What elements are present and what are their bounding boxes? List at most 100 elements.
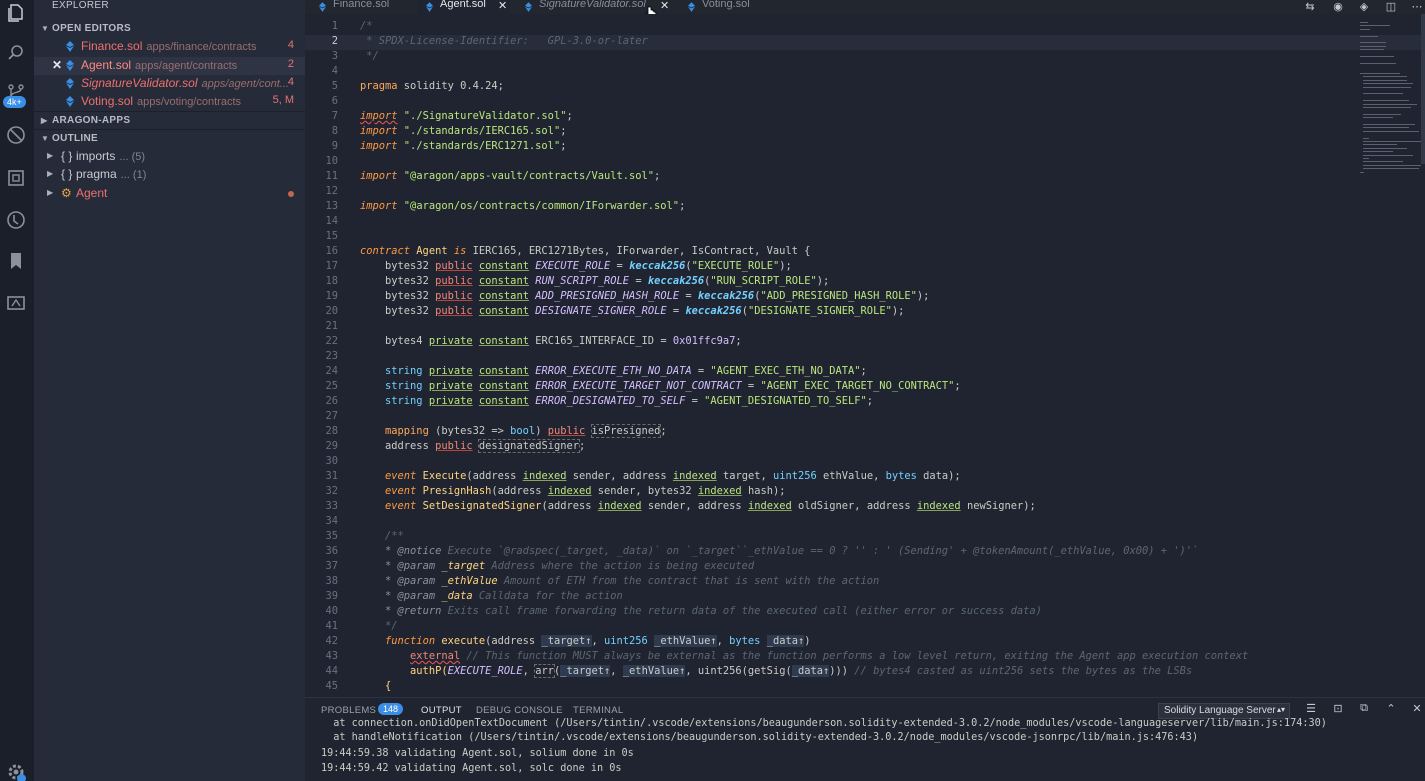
tab-agent[interactable]: Agent.sol ✕ xyxy=(418,0,510,14)
minimap-line xyxy=(1363,141,1421,142)
tab-label: Voting.sol xyxy=(702,0,750,10)
explorer-icon[interactable] xyxy=(5,2,27,24)
minimap-line xyxy=(1363,127,1409,129)
solidity-file-icon xyxy=(319,2,326,12)
code-line: 37 * @param _target Address where the ac… xyxy=(325,560,755,572)
minimap-line xyxy=(1360,42,1386,44)
open-editor-item[interactable]: Voting.sol apps/voting/contracts 5, M xyxy=(34,93,305,111)
code-line: 6 xyxy=(331,95,338,107)
code-line: 32 event PresignHash(address indexed sen… xyxy=(325,485,786,497)
minimap-line xyxy=(1360,22,1368,23)
bookmark-icon[interactable] xyxy=(5,250,27,272)
search-icon[interactable] xyxy=(5,42,27,64)
solidity-file-icon xyxy=(525,2,532,12)
close-icon[interactable]: ✕ xyxy=(52,58,62,72)
code-line: 15 xyxy=(325,230,338,242)
debug-icon[interactable] xyxy=(5,124,27,146)
tab-voting[interactable]: Voting.sol xyxy=(688,0,778,14)
solidity-file-icon xyxy=(66,96,74,107)
outline-item[interactable]: ▶ ⚙ Agent xyxy=(34,185,305,203)
chevron-right-icon: ▶ xyxy=(47,151,54,160)
close-panel-icon[interactable]: ✕ xyxy=(1410,702,1424,716)
output-channel-value: Solidity Language Server xyxy=(1164,705,1276,716)
minimap-line xyxy=(1363,113,1401,115)
code-line: 11 import "@aragon/apps-vault/contracts/V… xyxy=(325,170,661,182)
code-line: 4 xyxy=(331,65,338,77)
output-channel-select[interactable]: Solidity Language Server ▴▾ xyxy=(1158,703,1290,719)
explorer-sidebar: EXPLORER ▼ OPEN EDITORS Finance.sol apps/… xyxy=(34,0,305,781)
tab-label: Agent.sol xyxy=(440,0,486,10)
minimap-line xyxy=(1360,73,1400,74)
maximize-panel-icon[interactable]: ⌃ xyxy=(1384,702,1398,716)
minimap-line xyxy=(1360,35,1378,37)
open-editors-label: OPEN EDITORS xyxy=(52,23,131,34)
remote-explorer-icon[interactable] xyxy=(5,292,27,314)
code-line: 35 /** xyxy=(325,530,404,542)
outline-section[interactable]: ▼ OUTLINE xyxy=(34,129,305,147)
minimap-line xyxy=(1360,49,1384,51)
preview-icon[interactable]: ◉ xyxy=(1331,0,1345,13)
open-editor-item-active[interactable]: ✕ Agent.sol apps/agent/contracts 2 xyxy=(34,57,305,75)
code-line: 40 * @return Exits call frame forwarding… xyxy=(325,605,1042,617)
namespace-icon: { } xyxy=(61,149,73,163)
tab-terminal[interactable]: TERMINAL xyxy=(573,705,623,716)
minimap-line xyxy=(1363,103,1417,105)
compare-icon[interactable]: ⇆ xyxy=(1303,0,1317,13)
outline-label: OUTLINE xyxy=(52,133,98,144)
minimap-line xyxy=(1363,93,1403,95)
minimap-line xyxy=(1360,62,1396,64)
code-line: 29 address public designatedSigner; xyxy=(325,439,586,453)
settings-update-dot xyxy=(17,774,26,781)
open-editor-item[interactable]: SignatureValidator.sol apps/agent/cont...… xyxy=(34,75,305,93)
clear-output-icon[interactable]: ☰ xyxy=(1304,702,1318,716)
solidity-file-icon xyxy=(66,60,74,71)
split-editor-icon[interactable]: ◫ xyxy=(1384,0,1398,13)
close-icon[interactable]: ✕ xyxy=(660,0,669,12)
open-editor-item[interactable]: Finance.sol apps/finance/contracts 4 xyxy=(34,38,305,56)
minimap-line xyxy=(1360,171,1364,173)
code-line: 20 bytes32 public constant DESIGNATE_SIG… xyxy=(325,305,905,317)
code-line: 9 import "./standards/ERC1271.sol"; xyxy=(331,140,567,152)
open-log-icon[interactable]: ⧉ xyxy=(1357,702,1371,716)
output-line: 19:44:59.42 validating Agent.sol, solc d… xyxy=(321,763,622,774)
close-icon[interactable]: ✕ xyxy=(498,0,507,12)
outline-label: Agent xyxy=(76,186,108,200)
outline-item[interactable]: ▶ { } imports... (5) xyxy=(34,148,305,166)
minimap-line xyxy=(1360,56,1394,57)
minimap[interactable] xyxy=(1360,22,1421,182)
more-actions-icon[interactable]: ⋯ xyxy=(1410,0,1424,13)
chevron-down-icon: ▼ xyxy=(41,24,49,33)
git-history-icon[interactable] xyxy=(5,209,27,231)
code-line: 36 * @notice Execute `@radspec(_target, … xyxy=(325,545,1199,557)
git-icon[interactable]: ◈ xyxy=(1357,0,1371,13)
code-line: 21 xyxy=(325,320,338,332)
chevron-updown-icon: ▴▾ xyxy=(1276,705,1285,714)
code-line: 43 external // This function MUST always… xyxy=(325,650,1249,662)
outline-item[interactable]: ▶ { } pragma... (1) xyxy=(34,166,305,184)
tab-debug-console[interactable]: DEBUG CONSOLE xyxy=(476,705,563,716)
activity-bar: 4k+ xyxy=(0,0,34,781)
open-editor-name: Finance.sol apps/finance/contracts xyxy=(81,39,257,53)
code-line: 45 { xyxy=(325,680,392,692)
editor-scrollbar[interactable] xyxy=(1421,14,1425,164)
code-line: 18 bytes32 public constant RUN_SCRIPT_RO… xyxy=(325,275,830,287)
code-editor[interactable]: 1/* 2 * SPDX-License-Identifier: GPL-3.0… xyxy=(305,14,1425,697)
code-line: 42 function execute(address _target↑, ui… xyxy=(325,635,811,647)
minimap-line xyxy=(1360,45,1386,47)
chevron-down-icon: ▼ xyxy=(41,134,49,143)
minimap-line xyxy=(1363,76,1407,78)
problem-count: 5, M xyxy=(272,94,294,106)
problem-count: 2 xyxy=(287,58,294,70)
code-line: 5 pragma solidity 0.4.24; xyxy=(331,80,504,92)
tab-finance[interactable]: Finance.sol xyxy=(319,0,417,14)
open-editors-section[interactable]: ▼ OPEN EDITORS xyxy=(34,20,305,38)
aragon-apps-section[interactable]: ▶ ARAGON-APPS xyxy=(34,111,305,129)
tab-problems[interactable]: PROBLEMS xyxy=(321,705,376,716)
tab-output[interactable]: OUTPUT xyxy=(421,705,462,716)
lock-scroll-icon[interactable]: ⊡ xyxy=(1331,702,1345,716)
extensions-icon[interactable] xyxy=(5,167,27,189)
minimap-line xyxy=(1363,86,1411,88)
chevron-right-icon: ▶ xyxy=(47,188,54,197)
aragon-apps-label: ARAGON-APPS xyxy=(52,115,131,126)
minimap-line xyxy=(1363,117,1393,119)
